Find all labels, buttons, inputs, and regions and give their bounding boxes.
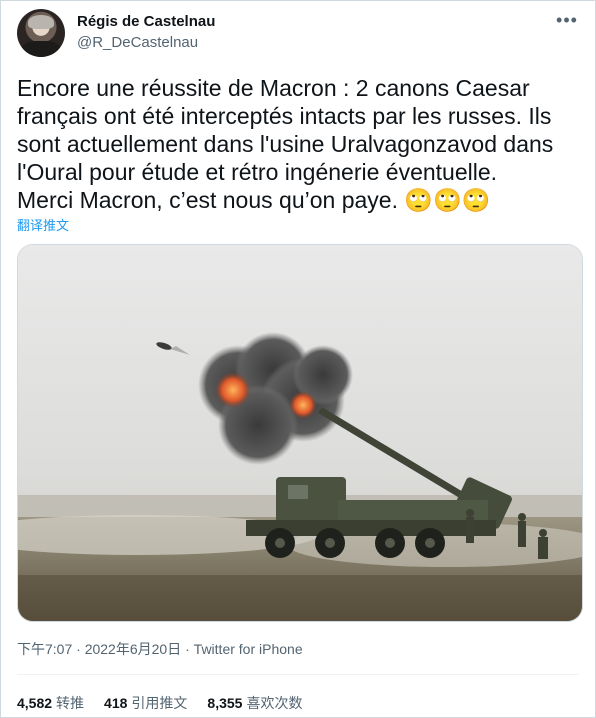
tweet-source[interactable]: Twitter for iPhone [194, 641, 303, 657]
artillery-photo [18, 245, 582, 621]
avatar-hair [28, 15, 54, 29]
translate-link[interactable]: 翻译推文 [17, 215, 69, 234]
tweet-date[interactable]: 2022年6月20日 [85, 641, 182, 657]
likes-count: 8,355 [207, 695, 243, 711]
likes-label: 喜欢次数 [246, 695, 303, 711]
tweet-time[interactable]: 下午7:07 [17, 641, 72, 657]
meta-separator: · [76, 641, 81, 657]
likes-stat[interactable]: 8,355 喜欢次数 [207, 693, 302, 713]
quotes-label: 引用推文 [131, 695, 188, 711]
tweet-meta: 下午7:07 · 2022年6月20日 · Twitter for iPhone [17, 639, 303, 659]
avatar[interactable] [17, 9, 65, 57]
avatar-coat [21, 41, 61, 57]
tweet-header: Régis de Castelnau @R_DeCastelnau ••• [17, 9, 579, 57]
retweets-stat[interactable]: 4,582 转推 [17, 693, 84, 713]
tweet-text: Encore une réussite de Macron : 2 canons… [17, 75, 554, 213]
divider [17, 674, 579, 675]
tweet-photo[interactable] [17, 244, 583, 622]
retweets-count: 4,582 [17, 695, 53, 711]
meta-separator: · [185, 641, 190, 657]
author-handle[interactable]: @R_DeCastelnau [77, 34, 198, 51]
tweet-card: Régis de Castelnau @R_DeCastelnau ••• En… [0, 0, 596, 718]
retweets-label: 转推 [56, 695, 85, 711]
more-icon[interactable]: ••• [555, 11, 579, 35]
tweet-stats: 4,582 转推 418 引用推文 8,355 喜欢次数 [17, 693, 302, 713]
quotes-count: 418 [104, 695, 128, 711]
author-name[interactable]: Régis de Castelnau [77, 13, 215, 30]
quotes-stat[interactable]: 418 引用推文 [104, 693, 187, 713]
